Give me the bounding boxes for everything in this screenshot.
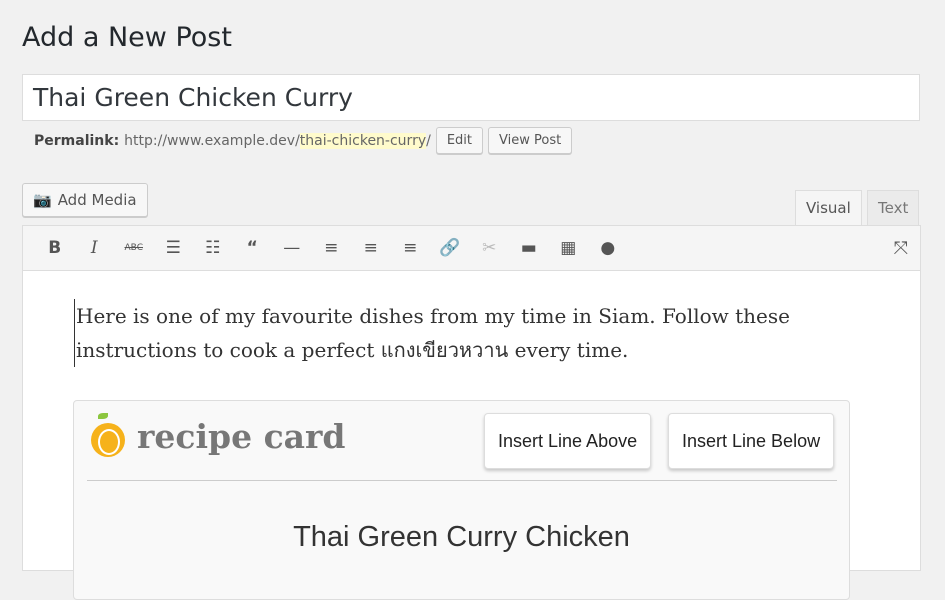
permalink-url[interactable]: http://www.example.dev/thai-chicken-curr… [124, 132, 431, 149]
italic-icon[interactable]: I [75, 238, 115, 258]
tab-visual[interactable]: Visual [795, 190, 862, 226]
recipe-card: recipe card Insert Line Above Insert Lin… [73, 400, 850, 600]
recipe-title: Thai Green Curry Chicken [293, 521, 630, 553]
blockquote-icon[interactable]: “ [233, 238, 273, 258]
edit-permalink-button[interactable]: Edit [435, 127, 484, 154]
recipe-card-logo: recipe card [91, 413, 346, 457]
insert-line-below-button[interactable]: Insert Line Below [668, 413, 835, 469]
permalink: Permalink: http://www.example.dev/thai-c… [34, 127, 573, 154]
unlink-icon[interactable]: ✂ [470, 238, 510, 258]
tab-text[interactable]: Text [867, 190, 920, 226]
editor-toolbar: B I ABC ☰ ☷ “ — ≡ ≡ ≡ 🔗 ✂ ▬ ▦ ● ⤧ [22, 225, 921, 271]
horizontal-line-icon[interactable]: — [272, 238, 312, 258]
page-title: Add a New Post [22, 22, 232, 53]
bulleted-list-icon[interactable]: ☰ [154, 238, 194, 258]
add-media-button[interactable]: 📷 Add Media [22, 183, 148, 217]
media-icon: 📷 [33, 191, 52, 209]
align-center-icon[interactable]: ≡ [351, 238, 391, 258]
insert-line-above-button[interactable]: Insert Line Above [484, 413, 652, 469]
permalink-label: Permalink: [34, 132, 120, 149]
view-post-button[interactable]: View Post [488, 127, 573, 154]
numbered-list-icon[interactable]: ☷ [193, 238, 233, 258]
link-icon[interactable]: 🔗 [430, 238, 470, 258]
divider [87, 480, 837, 481]
align-right-icon[interactable]: ≡ [391, 238, 431, 258]
bold-icon[interactable]: B [35, 238, 75, 258]
fullscreen-icon[interactable]: ⤧ [894, 238, 908, 259]
editor-content[interactable]: Here is one of my favourite dishes from … [22, 271, 921, 600]
toolbar-toggle-icon[interactable]: ▦ [549, 238, 589, 258]
post-title-input[interactable]: Thai Green Chicken Curry [22, 74, 920, 121]
read-more-icon[interactable]: ▬ [509, 238, 549, 258]
strikethrough-icon[interactable]: ABC [114, 243, 154, 253]
align-left-icon[interactable]: ≡ [312, 238, 352, 258]
recipe-card-icon[interactable]: ● [588, 238, 628, 258]
post-paragraph[interactable]: Here is one of my favourite dishes from … [74, 299, 834, 367]
orange-logo-icon [91, 413, 125, 457]
